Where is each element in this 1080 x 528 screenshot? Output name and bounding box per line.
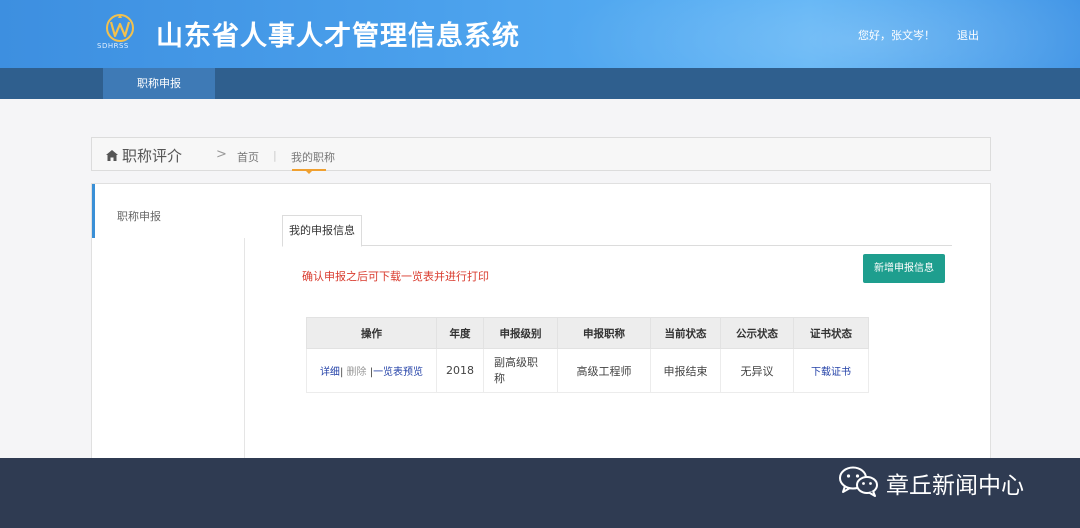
row-actions-cell: 详细| 删除 |一览表预览 [306, 348, 437, 393]
row-status-cell: 申报结束 [650, 348, 721, 393]
breadcrumb-active-arrow [306, 171, 312, 174]
logo-text: SDHRSS [97, 42, 129, 50]
sidebar-item-title-application[interactable]: 职称申报 [92, 184, 245, 238]
detail-link[interactable]: 详细 [320, 367, 340, 378]
breadcrumb: 职称评介 > 首页 | 我的职称 [91, 137, 991, 174]
nav-tab-title-application[interactable]: 职称申报 [103, 68, 215, 99]
home-icon [106, 150, 118, 161]
row-title-cell: 高级工程师 [557, 348, 651, 393]
sdhrss-logo-icon [106, 14, 134, 42]
row-certificate-cell: 下载证书 [793, 348, 869, 393]
print-notice: 确认申报之后可下载一览表并进行打印 [302, 270, 489, 283]
breadcrumb-divider: | [273, 149, 277, 162]
row-year-cell: 2018 [436, 348, 484, 393]
column-header-publicity-status: 公示状态 [720, 317, 794, 349]
column-header-year: 年度 [436, 317, 484, 349]
column-header-level: 申报级别 [483, 317, 558, 349]
watermark-text: 章丘新闻中心 [886, 473, 1024, 499]
chevron-right-icon: > [216, 147, 227, 162]
column-header-title: 申报职称 [557, 317, 651, 349]
system-title: 山东省人事人才管理信息系统 [156, 21, 520, 52]
preview-summary-link[interactable]: 一览表预览 [373, 367, 423, 378]
column-header-actions: 操作 [306, 317, 437, 349]
app-header: SDHRSS 山东省人事人才管理信息系统 您好，张文岑！ 退出 [0, 0, 1080, 68]
wechat-icon [839, 466, 878, 497]
action-separator: | [339, 367, 344, 378]
breadcrumb-section-title: 职称评介 [122, 147, 183, 165]
column-header-current-status: 当前状态 [650, 317, 721, 349]
content-panel: 职称申报 我的申报信息 确认申报之后可下载一览表并进行打印 新增申报信息 操作 … [91, 183, 991, 474]
column-header-certificate-status: 证书状态 [793, 317, 869, 349]
tab-my-applications[interactable]: 我的申报信息 [282, 215, 362, 247]
user-greeting: 您好，张文岑！ [858, 29, 935, 42]
breadcrumb-current[interactable]: 我的职称 [291, 149, 335, 165]
main-navbar: 职称申报 [0, 68, 1080, 99]
tab-bar: 我的申报信息 [282, 215, 952, 247]
download-certificate-link[interactable]: 下载证书 [811, 367, 851, 378]
delete-link[interactable]: 删除 [347, 367, 367, 378]
row-level-cell: 副高级职称 [483, 348, 558, 393]
table-row: 详细| 删除 |一览表预览 2018 副高级职称 高级工程师 申报结束 无异议 … [306, 348, 869, 393]
logout-link[interactable]: 退出 [957, 27, 979, 43]
row-publicity-cell: 无异议 [720, 348, 794, 393]
applications-table: 操作 年度 申报级别 申报职称 当前状态 公示状态 证书状态 详细| 删除 |一… [306, 317, 869, 393]
row-level-text: 副高级职称 [494, 355, 538, 385]
sidebar: 职称申报 [92, 184, 245, 474]
table-header-row: 操作 年度 申报级别 申报职称 当前状态 公示状态 证书状态 [306, 317, 869, 349]
breadcrumb-home-link[interactable]: 首页 [237, 149, 259, 165]
add-application-button[interactable]: 新增申报信息 [863, 254, 945, 283]
